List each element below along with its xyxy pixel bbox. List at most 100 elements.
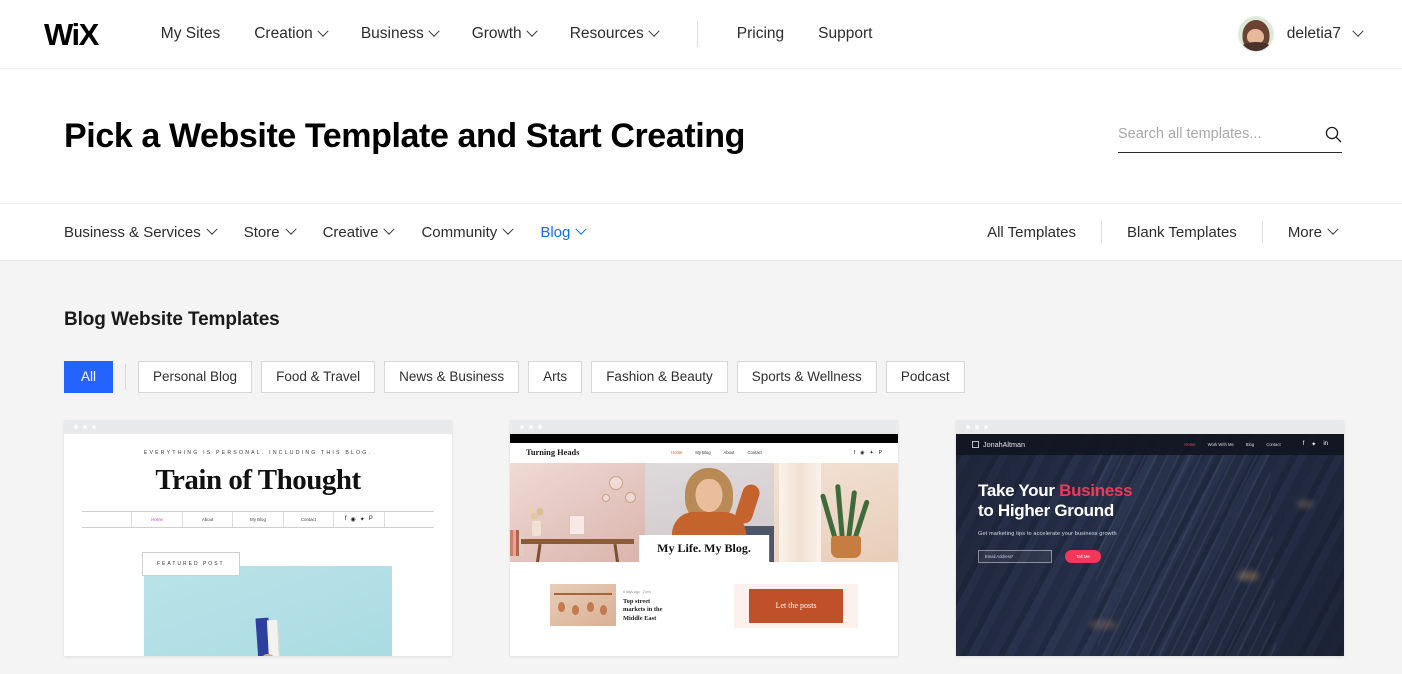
hand-holding-books — [255, 614, 281, 656]
chevron-down-icon — [284, 223, 297, 235]
model-arm — [732, 482, 762, 526]
template-headline: My Life. My Blog. — [639, 534, 769, 562]
template-nav-my-blog: My Blog — [233, 511, 284, 527]
category-creative[interactable]: Creative — [309, 218, 408, 247]
username-label: deletia7 — [1286, 25, 1341, 42]
facebook-icon: f — [1302, 440, 1305, 447]
nav-divider — [696, 21, 698, 47]
template-headline-line1: Take Your Business — [978, 481, 1344, 502]
picture-frame — [569, 514, 586, 535]
template-post-list: 6 days ago · 2 min Top street markets in… — [510, 562, 898, 630]
featured-post-block: FEATURED POST — [64, 551, 452, 656]
template-navbar: Home About My Blog Contact f ◉ ✦ P — [82, 510, 434, 528]
template-nav-about: About — [183, 511, 234, 527]
template-header: JonahAltman Home Work With Me Blog Conta… — [956, 433, 1344, 455]
instagram-icon: ◉ — [860, 449, 865, 456]
hanging-gourd — [557, 601, 565, 612]
template-card-train-of-thought[interactable]: EVERYTHING IS PERSONAL. INCLUDING THIS B… — [64, 419, 452, 656]
book-white — [266, 619, 281, 656]
nav-item-growth[interactable]: Growth — [455, 19, 553, 49]
template-topbar — [510, 433, 898, 443]
nav-item-support[interactable]: Support — [801, 19, 889, 49]
search-box[interactable] — [1118, 126, 1342, 153]
category-business-services[interactable]: Business & Services — [64, 218, 230, 247]
wall-mirror — [625, 492, 637, 504]
category-nav-right: All Templates Blank Templates More — [962, 218, 1362, 247]
filter-chip-food-travel[interactable]: Food & Travel — [261, 361, 376, 393]
template-nav-home: Home — [671, 450, 683, 456]
chrome-dot — [92, 424, 96, 429]
browser-chrome — [510, 419, 898, 434]
promo-text: Let the posts — [749, 588, 844, 623]
nav-item-creation[interactable]: Creation — [237, 19, 344, 49]
category-label: Community — [421, 223, 498, 241]
twitter-icon: ✦ — [869, 449, 874, 456]
template-nav-spacer — [82, 511, 133, 527]
link-label: More — [1287, 223, 1322, 241]
filter-chip-arts[interactable]: Arts — [528, 361, 583, 393]
featured-post-label: FEATURED POST — [142, 551, 240, 576]
category-label: Blog — [540, 223, 571, 241]
all-templates-link[interactable]: All Templates — [962, 218, 1101, 247]
twitter-icon: ✦ — [359, 516, 365, 523]
more-menu[interactable]: More — [1263, 218, 1362, 247]
chevron-down-icon — [1352, 25, 1364, 37]
chip-label: Arts — [543, 369, 568, 384]
template-nav: Home My Blog About Contact — [671, 450, 762, 455]
blank-templates-link[interactable]: Blank Templates — [1102, 218, 1262, 247]
template-nav-home: Home — [1184, 441, 1196, 447]
nav-label: My Sites — [160, 25, 221, 42]
template-tagline: EVERYTHING IS PERSONAL. INCLUDING THIS B… — [143, 449, 373, 456]
filter-chips: All Personal Blog Food & Travel News & B… — [64, 361, 1402, 393]
nav-label: Resources — [569, 25, 644, 42]
chrome-dot — [529, 424, 533, 429]
nav-item-business[interactable]: Business — [344, 19, 455, 49]
filter-chip-personal-blog[interactable]: Personal Blog — [138, 361, 253, 393]
chrome-dot — [984, 424, 988, 429]
chrome-dot — [520, 424, 524, 429]
chevron-down-icon — [1327, 223, 1339, 235]
filter-chip-fashion-beauty[interactable]: Fashion & Beauty — [591, 361, 728, 393]
nav-item-resources[interactable]: Resources — [553, 19, 675, 49]
headline-accent: Business — [1059, 480, 1133, 500]
template-image-collage: My Life. My Blog. — [510, 462, 898, 562]
linkedin-icon: in — [1323, 440, 1328, 447]
filter-chip-news-business[interactable]: News & Business — [384, 361, 520, 393]
search-input[interactable] — [1118, 126, 1298, 142]
filter-chip-all[interactable]: All — [64, 361, 114, 393]
template-card-jonah-altman[interactable]: JonahAltman Home Work With Me Blog Conta… — [956, 419, 1344, 656]
chrome-dot — [74, 424, 78, 429]
category-community[interactable]: Community — [407, 218, 526, 247]
template-card-turning-heads[interactable]: Turning Heads Home My Blog About Contact… — [510, 419, 898, 656]
user-menu[interactable]: deletia7 — [1237, 16, 1364, 52]
template-subtitle: Get marketing tips to accelerate your bu… — [978, 530, 1117, 537]
chevron-down-icon — [526, 25, 538, 37]
chip-label: Personal Blog — [153, 369, 238, 384]
chip-label: News & Business — [399, 369, 505, 384]
category-store[interactable]: Store — [230, 218, 309, 247]
hanging-gourd — [586, 601, 594, 612]
hero-section: Pick a Website Template and Start Creati… — [0, 69, 1402, 203]
filter-chip-podcast[interactable]: Podcast — [885, 361, 965, 393]
promo-block: Let the posts — [734, 583, 858, 628]
template-preview: EVERYTHING IS PERSONAL. INCLUDING THIS B… — [64, 433, 452, 656]
chip-label: Podcast — [900, 369, 950, 384]
tell-me-button: Tell Me — [1065, 549, 1101, 563]
category-nav: Business & Services Store Creative Commu… — [0, 203, 1402, 261]
nav-item-my-sites[interactable]: My Sites — [144, 19, 237, 49]
template-preview: JonahAltman Home Work With Me Blog Conta… — [956, 433, 1344, 656]
template-nav-contact: Contact — [1266, 441, 1281, 447]
filter-chip-sports-wellness[interactable]: Sports & Wellness — [736, 361, 877, 393]
pinterest-icon: P — [368, 516, 373, 523]
nav-item-pricing[interactable]: Pricing — [720, 19, 801, 49]
desk — [520, 538, 634, 544]
wix-logo[interactable]: WiX — [44, 19, 99, 50]
category-label: Business & Services — [64, 223, 201, 241]
category-blog[interactable]: Blog — [526, 218, 599, 247]
facebook-icon: f — [344, 516, 347, 523]
post-thumbnail — [550, 583, 616, 626]
category-label: Store — [243, 223, 280, 241]
post-title: Top street markets in the Middle East — [623, 597, 663, 622]
search-icon[interactable] — [1325, 126, 1342, 143]
market-rack — [553, 592, 613, 595]
